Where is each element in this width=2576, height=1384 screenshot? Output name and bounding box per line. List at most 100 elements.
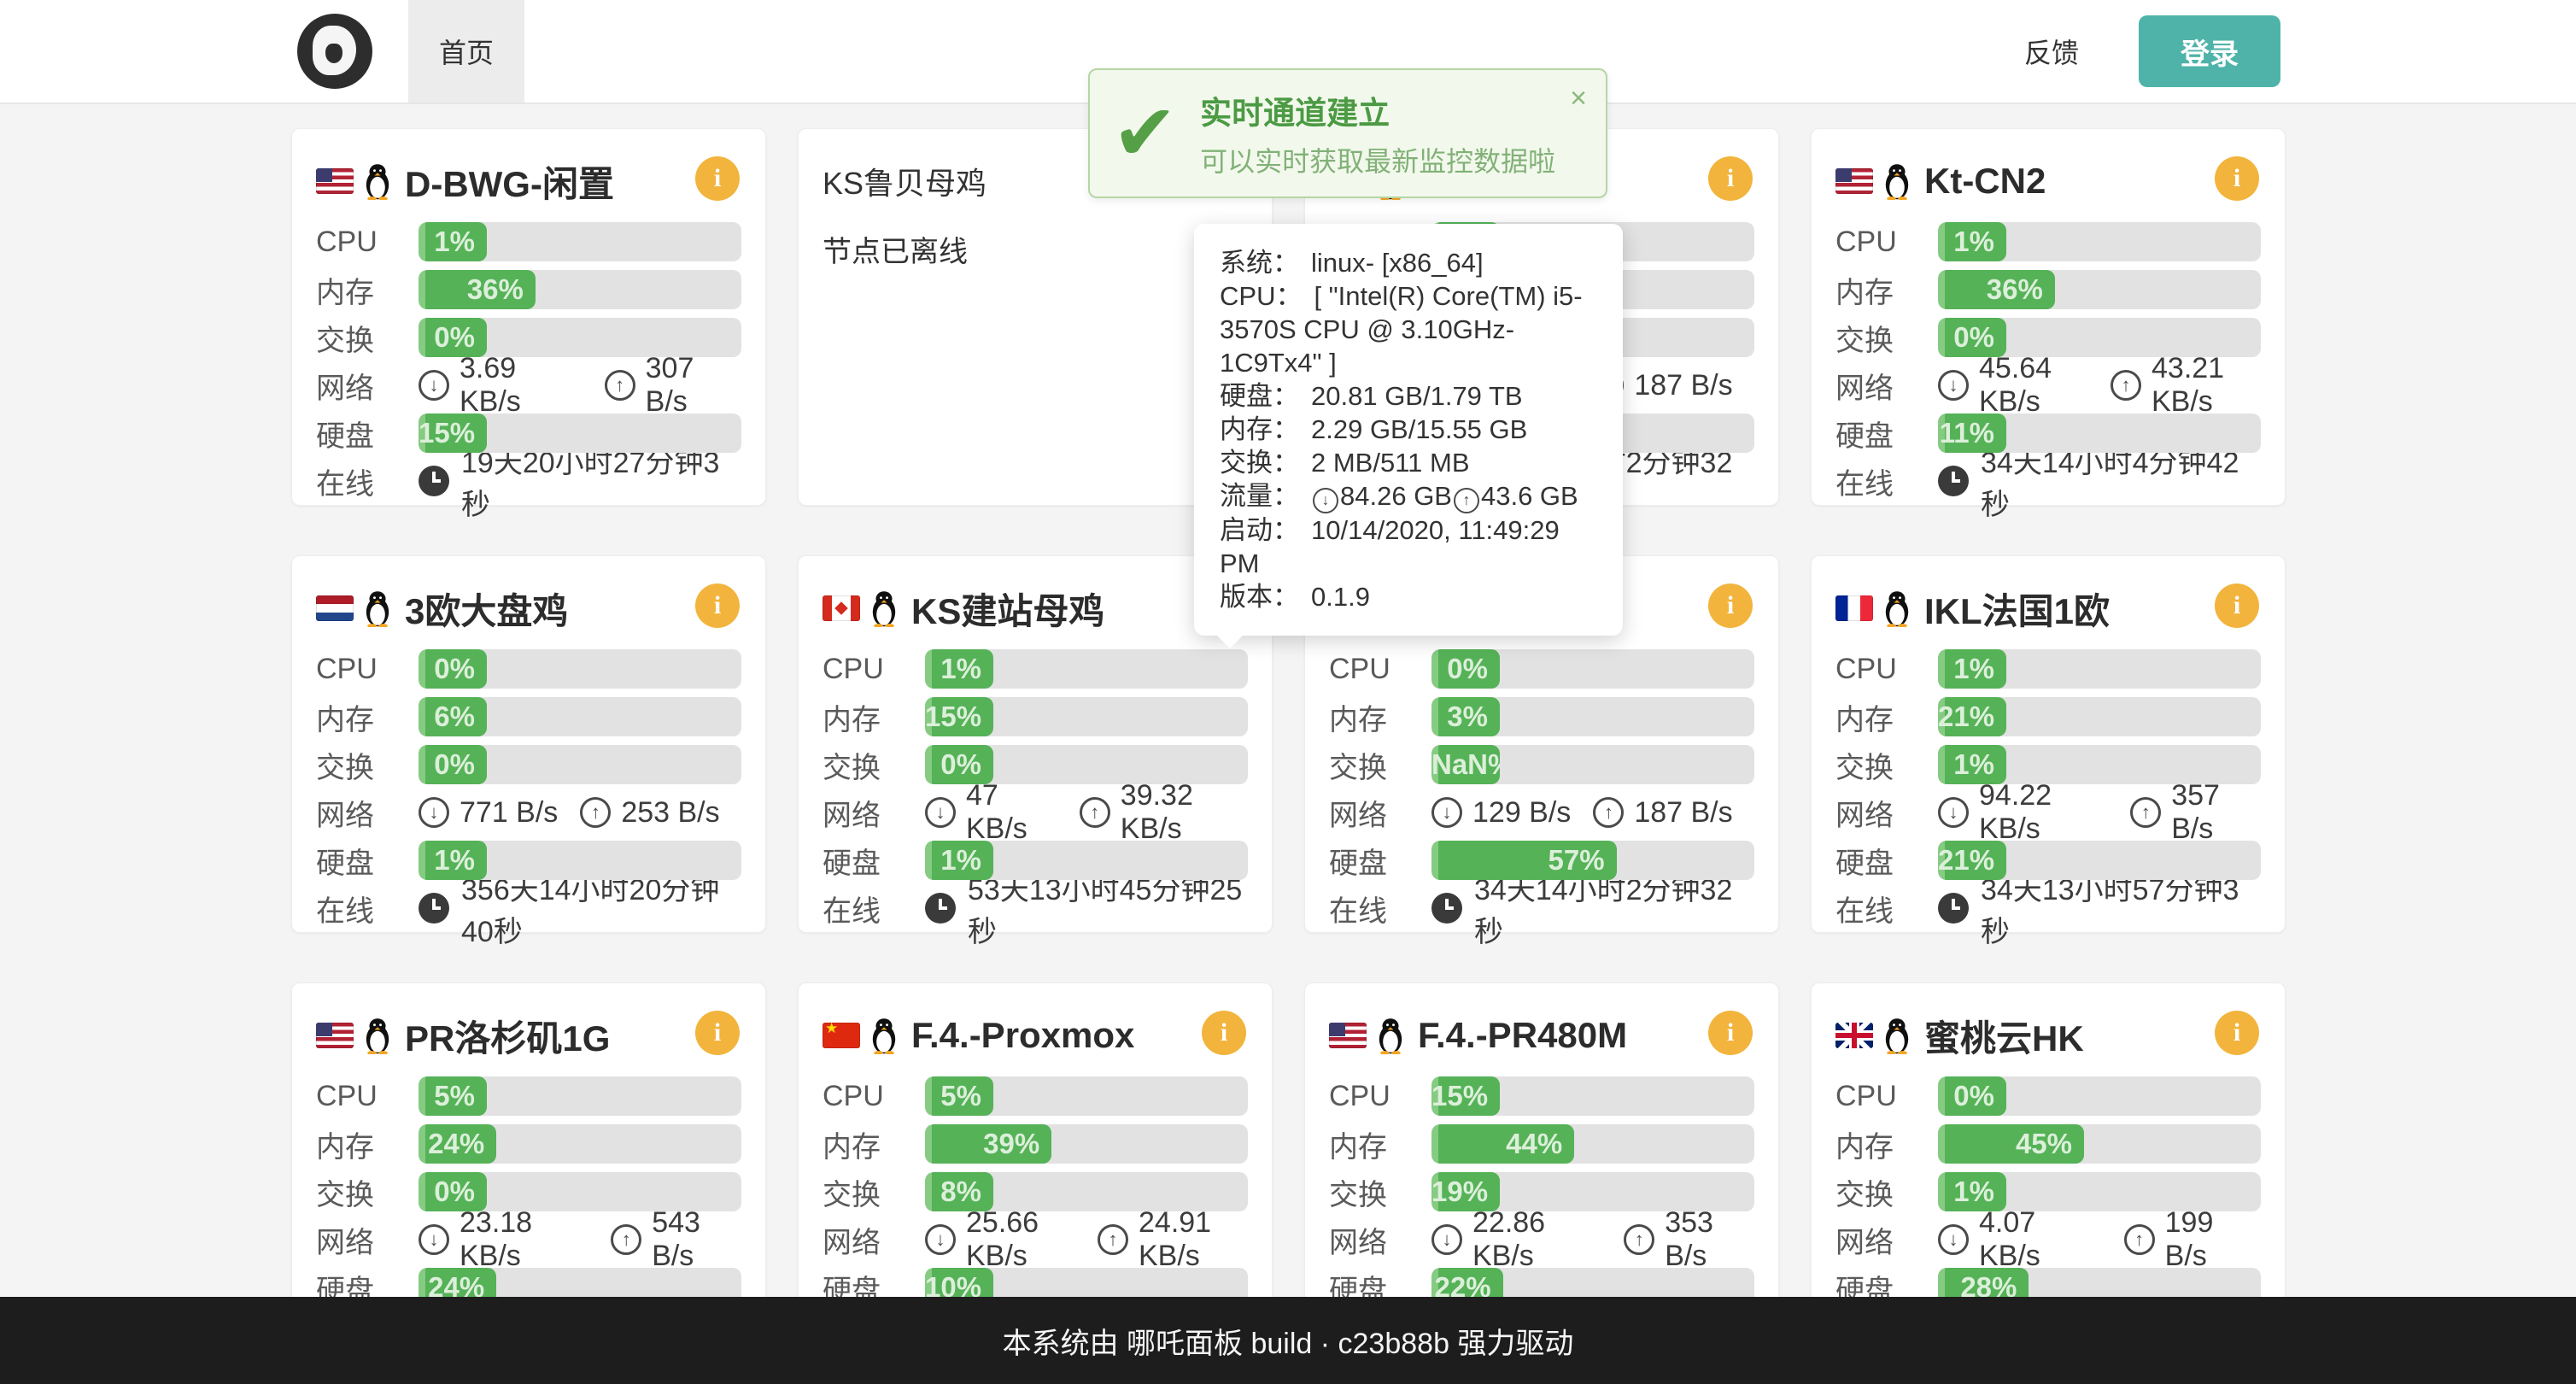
swap-label: 交换	[1329, 744, 1431, 786]
nav-item-home[interactable]: 首页	[408, 0, 524, 103]
memory-label: 内存	[316, 1123, 419, 1165]
disk-row: 硬盘 57%	[1329, 836, 1754, 884]
memory-row: 内存 15%	[823, 693, 1248, 741]
server-card: D-BWG-闲置 i CPU 1% 内存 36% 交换 0% 网络 ↓ 3.69…	[291, 128, 766, 506]
mem-bar-fill: 44%	[1431, 1124, 1574, 1164]
download-arrow-icon: ↓	[1938, 370, 1969, 401]
net-up-value: 24.91 KB/s	[1139, 1206, 1248, 1273]
upload-arrow-icon: ↑	[1098, 1224, 1128, 1255]
net-up-value: 543 B/s	[652, 1206, 741, 1273]
net-up-value: 307 B/s	[646, 352, 741, 419]
upload-arrow-icon: ↑	[611, 1224, 641, 1255]
info-icon[interactable]: i	[2215, 1011, 2259, 1055]
network-row: 网络 ↓ 129 B/s ↑ 187 B/s	[1329, 789, 1754, 836]
memory-row: 内存 24%	[316, 1120, 741, 1168]
cpu-label: CPU	[316, 1080, 419, 1113]
memory-row: 内存 45%	[1835, 1120, 2261, 1168]
linux-penguin-icon	[1375, 1017, 1406, 1054]
swap-label: 交换	[1329, 1171, 1431, 1213]
linux-penguin-icon	[362, 1017, 393, 1054]
info-icon[interactable]: i	[695, 1011, 740, 1055]
linux-penguin-icon	[869, 589, 899, 627]
info-icon[interactable]: i	[1708, 156, 1753, 201]
country-flag-icon	[823, 595, 860, 621]
online-row: 在线 34天13小时57分钟3秒	[1835, 884, 2261, 932]
cpu-bar: 5%	[419, 1076, 741, 1116]
card-header: 3欧大盘鸡 i	[316, 572, 741, 645]
upload-arrow-icon: ↑	[1593, 797, 1624, 828]
info-icon[interactable]: i	[2215, 584, 2259, 628]
online-label: 在线	[823, 888, 925, 930]
net-down-value: 25.66 KB/s	[966, 1206, 1075, 1273]
swap-bar: 0%	[419, 318, 741, 357]
swap-label: 交换	[316, 1171, 419, 1213]
country-flag-icon	[1329, 1023, 1367, 1048]
clock-icon	[1938, 893, 1969, 924]
feedback-link[interactable]: 反馈	[2024, 32, 2079, 71]
country-flag-icon	[316, 595, 354, 621]
cpu-row: CPU 5%	[316, 1072, 741, 1120]
info-icon[interactable]: i	[695, 156, 740, 201]
cpu-label: CPU	[823, 1080, 925, 1113]
site-logo[interactable]	[297, 14, 372, 89]
network-row: 网络 ↓ 25.66 KB/s ↑ 24.91 KB/s	[823, 1216, 1248, 1264]
upload-arrow-icon: ↑	[2130, 797, 2161, 828]
server-name: F.4.-Proxmox	[911, 1015, 1134, 1056]
net-down-value: 3.69 KB/s	[460, 352, 583, 419]
swap-label: 交换	[823, 744, 925, 786]
info-icon[interactable]: i	[1708, 1011, 1753, 1055]
navbar-right: 反馈 登录	[2024, 15, 2280, 87]
country-flag-icon	[1835, 168, 1873, 194]
disk-label: 硬盘	[1835, 413, 1938, 454]
info-icon[interactable]: i	[1708, 584, 1753, 628]
tooltip-body: 系统：linux- [x86_64]CPU：[ "Intel(R) Core(T…	[1220, 246, 1597, 613]
network-row: 网络 ↓ 4.07 KB/s ↑ 199 B/s	[1835, 1216, 2261, 1264]
disk-bar-fill: 21%	[1938, 841, 2006, 880]
cpu-bar-fill: 5%	[419, 1076, 487, 1116]
mem-bar-fill: 21%	[1938, 697, 2006, 736]
network-values: ↓ 771 B/s ↑ 253 B/s	[419, 796, 720, 830]
net-down-value: 45.64 KB/s	[1979, 352, 2088, 419]
cpu-bar-fill: 0%	[419, 649, 487, 689]
cpu-row: CPU 1%	[1835, 645, 2261, 693]
swap-row: 交换 0%	[316, 314, 741, 361]
swap-row: 交换 0%	[316, 741, 741, 789]
swap-bar: NaN%	[1431, 745, 1754, 784]
network-values: ↓ 94.22 KB/s ↑ 357 B/s	[1938, 779, 2261, 846]
upload-arrow-icon: ↑	[1624, 1224, 1654, 1255]
mem-bar-fill: 36%	[1938, 270, 2055, 309]
info-icon[interactable]: i	[695, 584, 740, 628]
swap-row: 交换 NaN%	[1329, 741, 1754, 789]
cpu-bar: 5%	[925, 1076, 1248, 1116]
cpu-label: CPU	[1835, 226, 1938, 259]
net-up-value: 39.32 KB/s	[1121, 779, 1248, 846]
memory-bar: 6%	[419, 697, 741, 736]
swap-bar-fill: 0%	[1938, 318, 2006, 357]
swap-bar-fill: 1%	[1938, 1172, 2006, 1211]
toast-texts: 实时通道建立 可以实时获取最新监控数据啦	[1200, 87, 1555, 179]
net-up-value: 187 B/s	[1634, 796, 1732, 830]
clock-icon	[1938, 466, 1969, 496]
cpu-bar: 1%	[419, 222, 741, 261]
download-arrow-icon: ↓	[419, 1224, 449, 1255]
toast-close-icon[interactable]: ×	[1570, 84, 1587, 113]
disk-label: 硬盘	[316, 840, 419, 882]
download-arrow-icon: ↓	[1431, 797, 1462, 828]
tooltip-line: CPU：[ "Intel(R) Core(TM) i5-3570S CPU @ …	[1220, 279, 1597, 379]
mem-bar-fill: 36%	[419, 270, 536, 309]
login-button[interactable]: 登录	[2139, 15, 2280, 87]
tooltip-line: 系统：linux- [x86_64]	[1220, 246, 1597, 279]
memory-label: 内存	[823, 696, 925, 738]
info-icon[interactable]: i	[2215, 156, 2259, 201]
card-header: 蜜桃云HK i	[1835, 999, 2261, 1072]
info-icon[interactable]: i	[1202, 1011, 1246, 1055]
memory-label: 内存	[1329, 1123, 1431, 1165]
network-label: 网络	[1835, 365, 1938, 407]
footer-bar: 本系统由 哪吒面板 build · c23b88b 强力驱动	[0, 1297, 2576, 1384]
tooltip-line: 内存：2.29 GB/15.55 GB	[1220, 413, 1597, 446]
swap-label: 交换	[823, 1171, 925, 1213]
disk-bar-fill: 1%	[419, 841, 487, 880]
swap-bar: 0%	[419, 745, 741, 784]
network-label: 网络	[823, 792, 925, 834]
disk-bar: 1%	[419, 841, 741, 880]
